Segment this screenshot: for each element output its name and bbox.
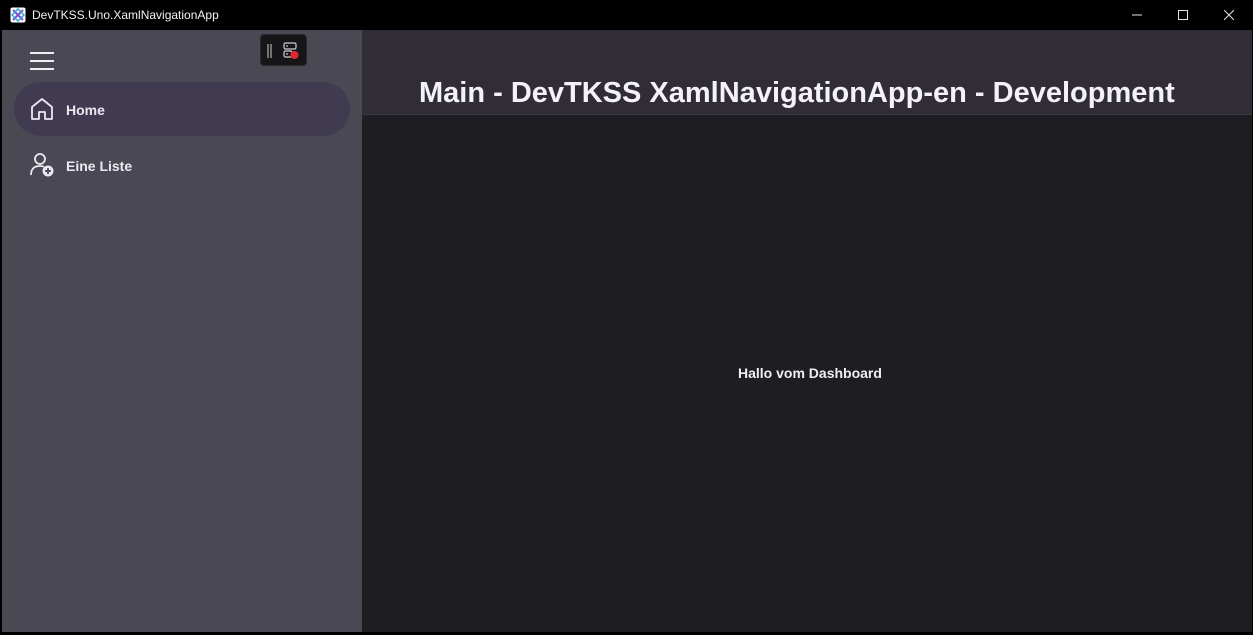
- navigation-pane: Home Eine Liste: [2, 30, 362, 632]
- window-title: DevTKSS.Uno.XamlNavigationApp: [32, 8, 219, 22]
- drag-handle-icon[interactable]: [267, 44, 273, 58]
- title-bar[interactable]: DevTKSS.Uno.XamlNavigationApp: [0, 0, 1253, 30]
- dashboard-content: Hallo vom Dashboard: [362, 115, 1252, 632]
- user-add-icon: [30, 153, 54, 177]
- app-window: Home Eine Liste Main - DevTKSS XamlNavig…: [2, 30, 1252, 632]
- debug-toolbar[interactable]: [260, 34, 307, 66]
- page-title: Main - DevTKSS XamlNavigationApp-en - De…: [419, 77, 1175, 109]
- nav-item-label: Eine Liste: [66, 158, 133, 174]
- hamburger-icon: [30, 52, 54, 70]
- app-icon: [10, 7, 26, 23]
- maximize-button[interactable]: [1160, 0, 1206, 30]
- nav-item-home[interactable]: Home: [14, 82, 350, 136]
- hamburger-menu-button[interactable]: [26, 47, 58, 75]
- close-icon: [1224, 10, 1234, 20]
- maximize-icon: [1178, 10, 1188, 20]
- home-icon: [31, 98, 53, 120]
- nav-item-eine-liste[interactable]: Eine Liste: [14, 138, 350, 192]
- minimize-button[interactable]: [1114, 0, 1160, 30]
- close-button[interactable]: [1206, 0, 1252, 30]
- minimize-icon: [1132, 14, 1142, 16]
- page-header: Main - DevTKSS XamlNavigationApp-en - De…: [362, 30, 1252, 115]
- server-status-icon[interactable]: [283, 42, 299, 60]
- dashboard-message: Hallo vom Dashboard: [738, 365, 882, 381]
- nav-item-label: Home: [66, 102, 105, 118]
